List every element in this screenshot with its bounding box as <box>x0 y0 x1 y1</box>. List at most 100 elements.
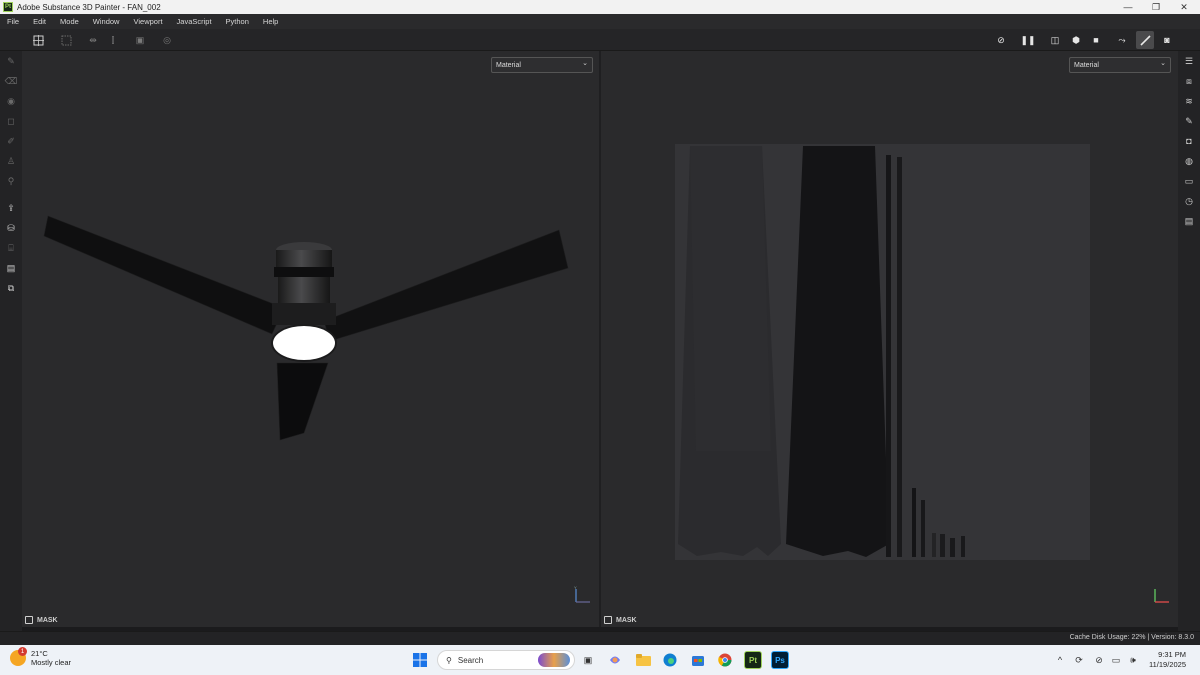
document-icon[interactable]: ▤ <box>4 261 18 275</box>
window-title: Adobe Substance 3D Painter - FAN_002 <box>17 2 161 12</box>
clock-time: 9:31 PM <box>1158 650 1186 659</box>
menu-window[interactable]: Window <box>86 17 127 26</box>
menu-file[interactable]: File <box>0 17 26 26</box>
frame-icon[interactable]: ▣ <box>133 33 147 47</box>
windows-taskbar: 1 21°C Mostly clear ⚲ Search ▣ Pt Ps ^ ⟳… <box>0 645 1200 675</box>
projection-icon[interactable]: ◉ <box>4 94 18 108</box>
microsoft-store-icon[interactable] <box>689 651 707 669</box>
cache-status: Cache Disk Usage: 22% | Version: 8.3.0 <box>1070 634 1194 641</box>
ceiling-fan-model[interactable] <box>22 51 599 627</box>
clone-stamp-icon[interactable]: ♙ <box>4 154 18 168</box>
paint-mode-icon[interactable] <box>1136 31 1154 49</box>
brush-settings-icon[interactable]: ⤳ <box>1115 33 1129 47</box>
hide-overlay-icon[interactable]: ⊘ <box>994 33 1008 47</box>
minimize-button[interactable]: — <box>1114 0 1142 14</box>
svg-text:Y: Y <box>574 585 577 590</box>
texture-set-settings-icon[interactable]: ⧈ <box>1182 74 1196 88</box>
2d-uv-viewport[interactable]: Material ⌄ MASK <box>601 51 1178 627</box>
cache-disk-usage-label: Cache Disk Usage: <box>1069 634 1130 641</box>
chevron-down-icon: ⌄ <box>1160 60 1166 67</box>
dotted-grid-icon[interactable] <box>59 33 73 47</box>
maximize-button[interactable]: ❐ <box>1142 0 1170 14</box>
display-mode-value: Material <box>496 61 521 69</box>
picker-icon[interactable]: ⚲ <box>4 174 18 188</box>
screenshot-camera-icon[interactable]: ◙ <box>1160 33 1174 47</box>
weather-temperature: 21°C <box>31 649 48 658</box>
camera-video-icon[interactable]: ■ <box>1089 33 1103 47</box>
cube-view-icon[interactable]: ⬢ <box>1069 33 1083 47</box>
show-hidden-icons-chevron-icon[interactable]: ^ <box>1054 654 1066 666</box>
layers-icon[interactable]: ≋ <box>1182 94 1196 108</box>
notification-badge: 1 <box>18 647 27 656</box>
chrome-browser-icon[interactable] <box>716 651 734 669</box>
mask-checkbox[interactable] <box>25 616 33 624</box>
sync-icon[interactable]: ⟳ <box>1073 654 1085 666</box>
weather-widget[interactable]: 1 21°C Mostly clear <box>10 647 72 667</box>
menu-javascript[interactable]: JavaScript <box>170 17 219 26</box>
toolbar: ⇹ ⫿ ▣ ◎ ⊘ ❚❚ ◫ ⬢ ■ ⤳ ◙ <box>0 29 1200 51</box>
display-mode-value-2d: Material <box>1074 61 1099 69</box>
axis-gizmo-icon: Y <box>574 585 590 603</box>
tools-sidebar: ✎ ⌫ ◉ ◻ ✐ ♙ ⚲ ⇪ ⛁ ⌸ ▤ ⧉ <box>0 51 22 631</box>
task-view-icon[interactable]: ▣ <box>579 651 597 669</box>
properties-brush-icon[interactable]: ✎ <box>1182 114 1196 128</box>
substance-painter-app-icon: Pt <box>3 2 13 12</box>
display-icon[interactable]: ▭ <box>1110 654 1122 666</box>
menu-mode[interactable]: Mode <box>53 17 86 26</box>
clock-settings-icon[interactable]: ◎ <box>160 33 174 47</box>
chevron-down-icon: ⌄ <box>582 60 588 67</box>
mask-checkbox-2d[interactable] <box>604 616 612 624</box>
environment-icon[interactable]: ◍ <box>1182 154 1196 168</box>
pause-icon[interactable]: ❚❚ <box>1020 33 1035 47</box>
photoshop-taskbar-icon[interactable]: Ps <box>771 651 789 669</box>
search-highlight-image <box>538 653 570 667</box>
windows-start-icon[interactable] <box>411 651 429 669</box>
mask-label-2d: MASK <box>616 616 637 624</box>
symmetry-icon[interactable]: ⇹ <box>86 33 100 47</box>
taskbar-search-box[interactable]: ⚲ Search <box>437 650 575 670</box>
search-placeholder: Search <box>457 655 484 665</box>
close-button[interactable]: ✕ <box>1170 0 1198 14</box>
shelf-icon[interactable]: ▭ <box>1182 174 1196 188</box>
display-mode-dropdown-2d[interactable]: Material ⌄ <box>1069 57 1171 73</box>
split-view-icon[interactable]: ◫ <box>1048 33 1062 47</box>
geometry-mask-icon[interactable]: ◻ <box>4 114 18 128</box>
assets-icon[interactable]: ⧉ <box>4 281 18 295</box>
menu-viewport[interactable]: Viewport <box>126 17 169 26</box>
history-icon[interactable]: ◷ <box>1182 194 1196 208</box>
mask-label: MASK <box>37 616 58 624</box>
weather-description: Mostly clear <box>31 658 72 667</box>
network-icon[interactable]: ⊘ <box>1093 654 1105 666</box>
eraser-icon[interactable]: ⌫ <box>4 74 18 88</box>
menu-help[interactable]: Help <box>256 17 285 26</box>
menu-python[interactable]: Python <box>219 17 256 26</box>
clock-date: 11/19/2025 <box>1149 660 1186 669</box>
menu-bar: File Edit Mode Window Viewport JavaScrip… <box>0 14 1200 29</box>
substance-painter-taskbar-icon[interactable]: Pt <box>744 651 762 669</box>
3d-viewport[interactable]: Material ⌄ Y MASK <box>22 51 599 627</box>
bake-icon[interactable]: ⛁ <box>4 221 18 235</box>
system-clock[interactable]: 9:31 PM 11/19/2025 <box>1149 650 1186 670</box>
volume-icon[interactable]: 🕪 <box>1127 654 1139 666</box>
display-settings-icon[interactable]: ◘ <box>1182 134 1196 148</box>
log-icon[interactable]: ▤ <box>1182 214 1196 228</box>
texture-set-list-icon[interactable]: ☰ <box>1182 54 1196 68</box>
edge-browser-icon[interactable] <box>661 651 679 669</box>
smudge-icon[interactable]: ✐ <box>4 134 18 148</box>
search-icon: ⚲ <box>446 655 452 665</box>
copilot-icon[interactable] <box>606 651 624 669</box>
mask-toggle[interactable]: MASK <box>25 616 58 624</box>
menu-edit[interactable]: Edit <box>26 17 53 26</box>
uv-texture-map[interactable] <box>601 51 1178 627</box>
file-explorer-icon[interactable] <box>634 651 652 669</box>
export-icon[interactable]: ⇪ <box>4 201 18 215</box>
uv-tools-icon[interactable]: ⌸ <box>4 241 18 255</box>
uv-axis-gizmo-icon <box>1154 589 1169 603</box>
mask-toggle-2d[interactable]: MASK <box>604 616 637 624</box>
paint-brush-icon[interactable]: ✎ <box>4 54 18 68</box>
version-label: | Version: 8.3.0 <box>1147 634 1194 641</box>
status-bar: Cache Disk Usage: 22% | Version: 8.3.0 <box>0 631 1200 645</box>
grid-view-icon[interactable] <box>31 33 45 47</box>
align-icon[interactable]: ⫿ <box>106 33 120 47</box>
display-mode-dropdown[interactable]: Material ⌄ <box>491 57 593 73</box>
